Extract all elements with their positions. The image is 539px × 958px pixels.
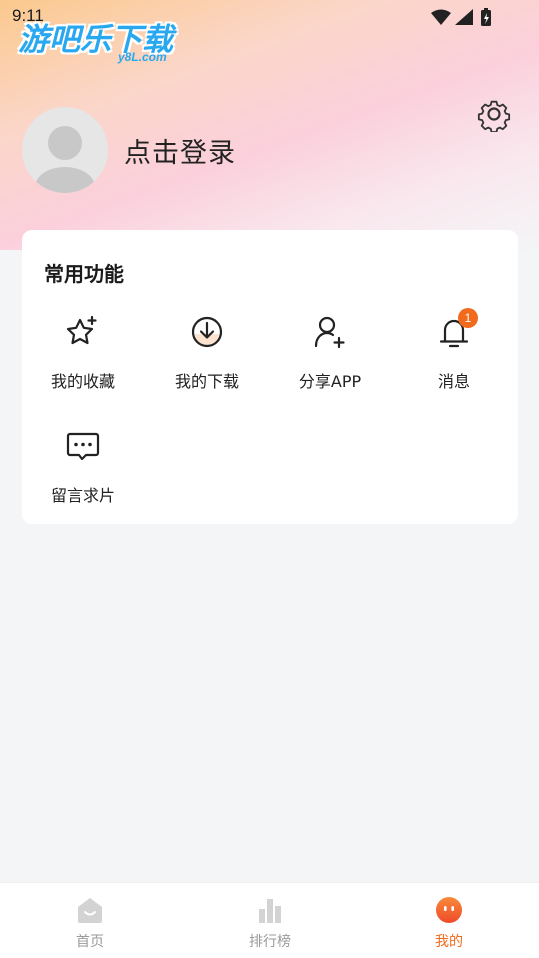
nav-item-ranking[interactable]: 排行榜 (210, 883, 330, 958)
nav-label-ranking: 排行榜 (249, 934, 291, 950)
share-app-button[interactable]: 分享APP (275, 314, 385, 394)
request-movie-button[interactable]: 留言求片 (28, 428, 138, 508)
watermark-logo: 游吧乐下载 y8L.com (18, 14, 188, 66)
downloads-button[interactable]: 我的下载 (152, 314, 262, 394)
signal-icon (455, 9, 473, 25)
share-app-label: 分享APP (298, 372, 362, 391)
profile-face-icon (436, 897, 462, 923)
nav-item-mine[interactable]: 我的 (389, 883, 509, 958)
star-sparkle-icon (66, 315, 97, 345)
nav-item-home[interactable]: 首页 (30, 883, 150, 958)
favorites-label: 我的收藏 (50, 372, 115, 391)
ranking-icon (259, 899, 281, 923)
watermark-sub: y8L.com (118, 50, 167, 64)
wifi-icon (431, 9, 451, 25)
messages-button[interactable]: 1 消息 (399, 308, 509, 394)
download-icon (191, 316, 223, 348)
login-link[interactable]: 点击登录 (124, 131, 236, 170)
messages-label: 消息 (437, 372, 470, 391)
downloads-label: 我的下载 (174, 372, 239, 391)
nav-label-mine: 我的 (435, 934, 463, 950)
default-avatar-icon (35, 126, 95, 193)
message-count-badge: 1 (458, 308, 478, 328)
request-movie-label: 留言求片 (50, 486, 115, 505)
bottom-navigation: 首页 排行榜 我的 (0, 882, 539, 958)
gear-icon (477, 100, 511, 132)
nav-label-home: 首页 (76, 934, 104, 950)
home-icon (78, 898, 102, 923)
common-functions-card: 常用功能 我的收藏 我的下载 分享APP 1 消息 留言求片 (22, 230, 518, 524)
add-user-icon (314, 316, 345, 349)
settings-button[interactable] (475, 95, 513, 133)
status-icons (429, 8, 499, 32)
chat-bubble-icon (66, 432, 100, 461)
avatar[interactable] (22, 107, 108, 193)
favorites-button[interactable]: 我的收藏 (28, 314, 138, 394)
card-title: 常用功能 (44, 262, 124, 286)
